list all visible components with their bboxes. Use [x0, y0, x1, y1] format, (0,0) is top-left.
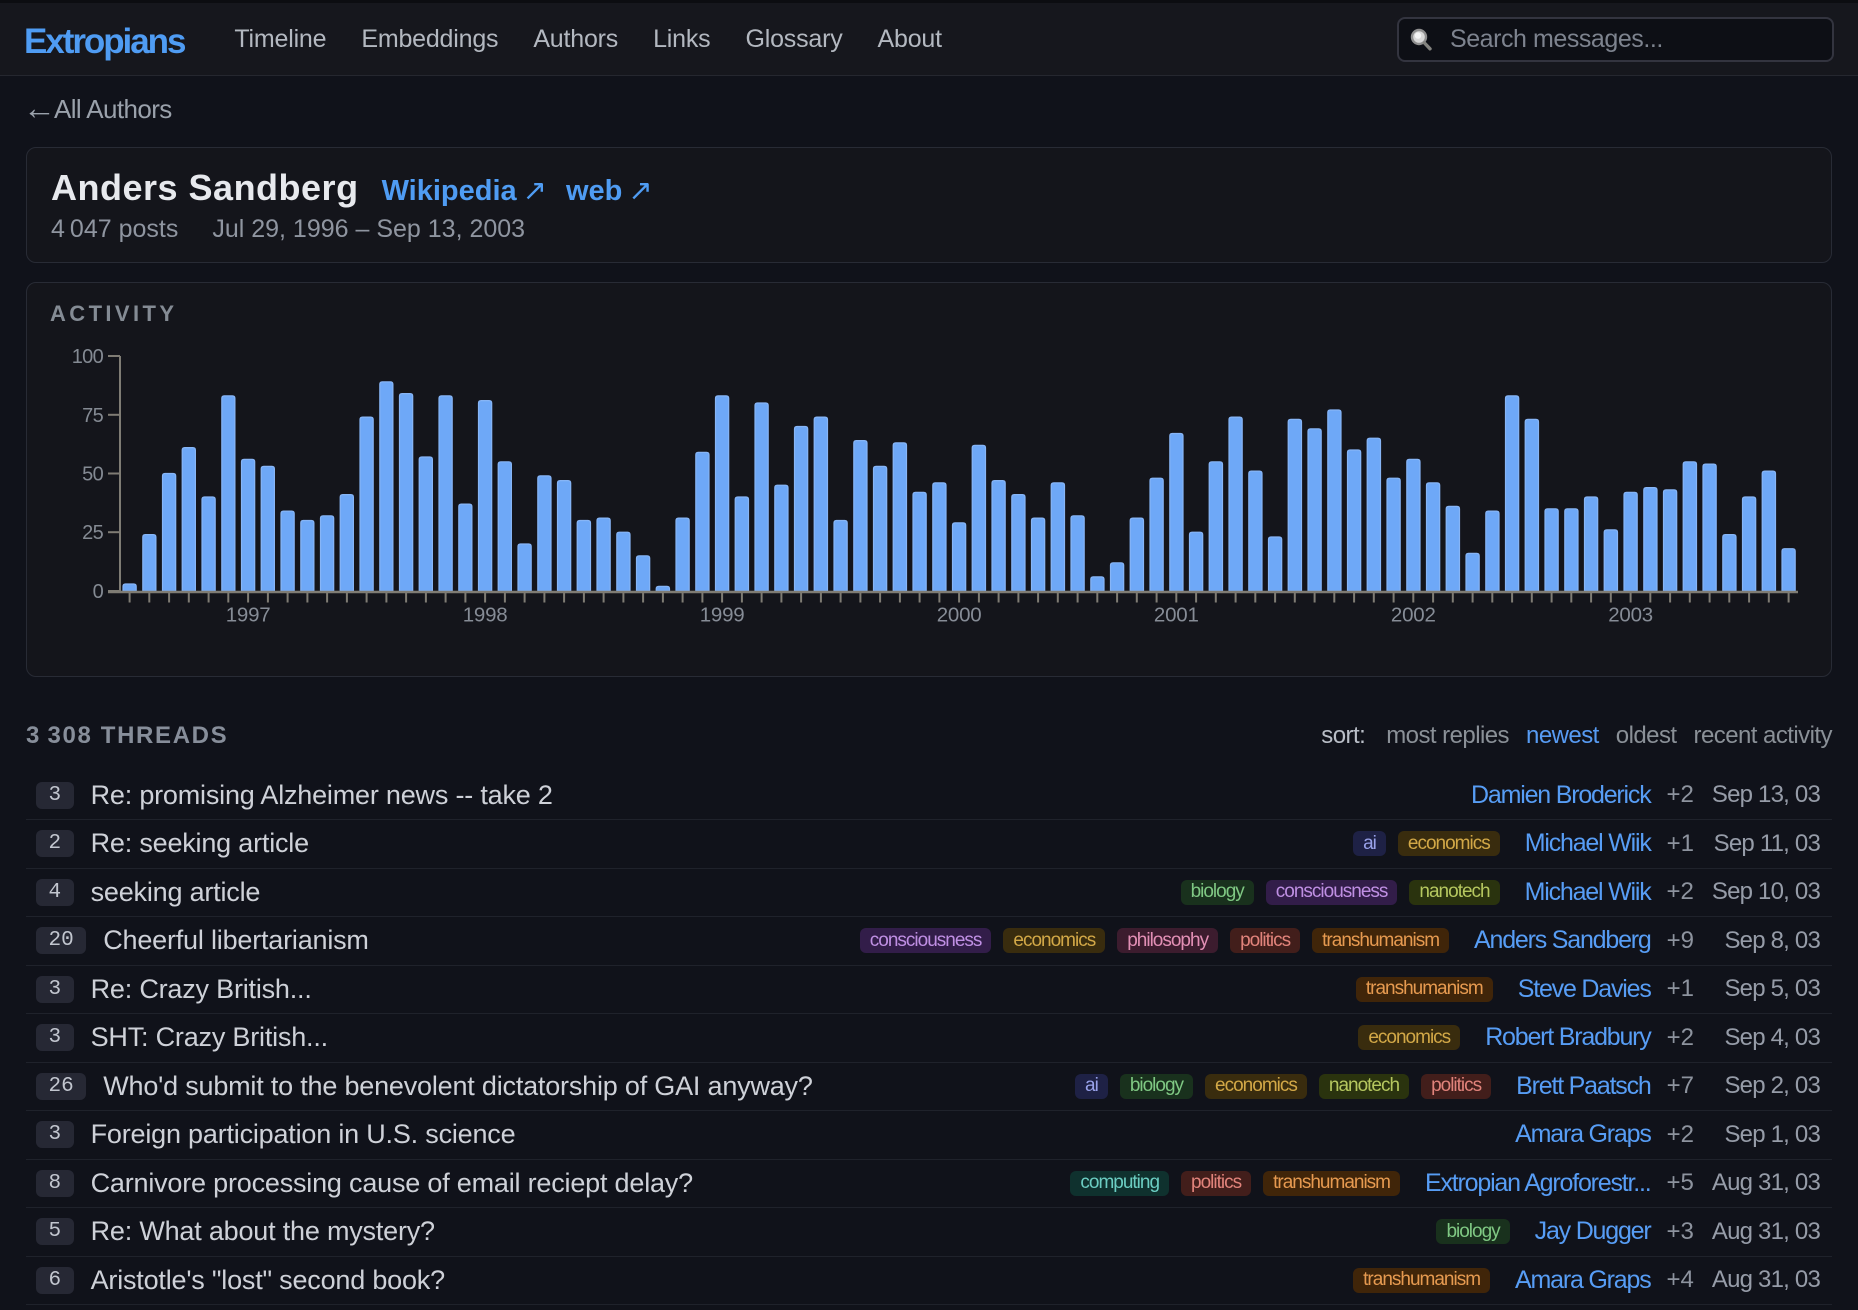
svg-text:2002: 2002: [1391, 603, 1436, 626]
svg-text:1999: 1999: [700, 603, 745, 626]
svg-text:75: 75: [82, 404, 103, 426]
svg-text:0: 0: [93, 581, 104, 603]
svg-text:50: 50: [82, 463, 103, 485]
svg-text:1998: 1998: [463, 603, 508, 626]
svg-text:2000: 2000: [937, 603, 982, 626]
svg-text:25: 25: [82, 522, 103, 544]
svg-text:1997: 1997: [226, 603, 271, 626]
svg-text:2001: 2001: [1154, 603, 1199, 626]
svg-text:100: 100: [72, 346, 104, 368]
svg-text:2003: 2003: [1608, 603, 1653, 626]
